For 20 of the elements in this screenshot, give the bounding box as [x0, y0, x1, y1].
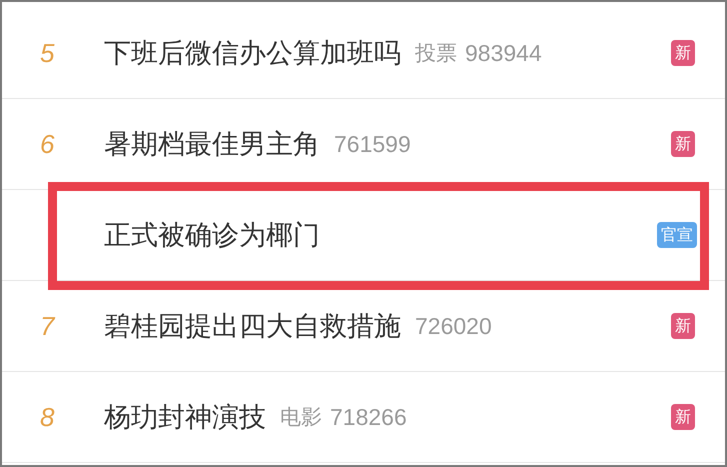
category-label: 投票 [415, 40, 457, 67]
category-label: 电影 [280, 404, 322, 431]
topic-title[interactable]: 杨玏封神演技 [104, 399, 266, 435]
new-badge: 新 [671, 404, 695, 430]
new-badge: 新 [671, 40, 695, 66]
rank-number: 6 [40, 128, 56, 160]
topic-title[interactable]: 下班后微信办公算加班吗 [104, 35, 401, 71]
heat-count: 983944 [465, 40, 542, 66]
topic-title[interactable]: 正式被确诊为椰门 [104, 217, 320, 253]
topic-title[interactable]: 碧桂园提出四大自救措施 [104, 308, 401, 344]
rank-number: 7 [40, 310, 56, 342]
rank-number: 5 [40, 38, 56, 68]
heat-count: 726020 [415, 312, 492, 340]
rank-number: 8 [40, 402, 56, 432]
new-badge: 新 [671, 313, 695, 339]
new-badge: 新 [671, 131, 695, 157]
heat-count: 761599 [334, 130, 411, 158]
heat-count: 718266 [330, 404, 407, 430]
official-badge: 官宣 [657, 222, 697, 248]
topic-title[interactable]: 暑期档最佳男主角 [104, 126, 320, 162]
